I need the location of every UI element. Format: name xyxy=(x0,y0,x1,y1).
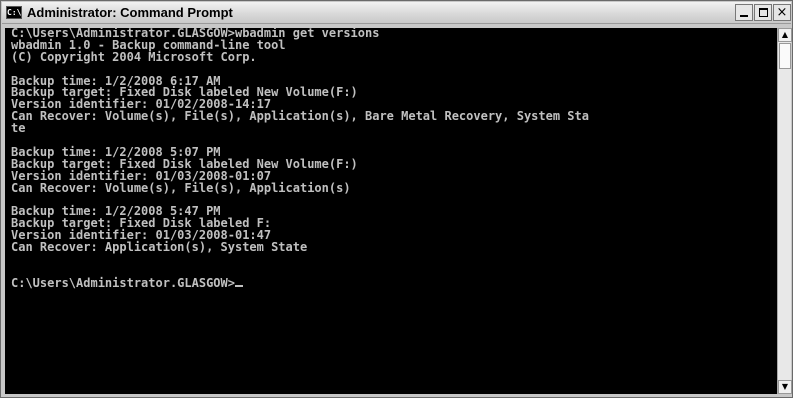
window-title: Administrator: Command Prompt xyxy=(27,5,233,20)
console-line: Can Recover: Application(s), System Stat… xyxy=(11,240,308,255)
maximize-icon xyxy=(759,8,768,17)
vertical-scrollbar[interactable]: ▲ ▼ xyxy=(777,28,792,394)
window-controls: × xyxy=(734,4,791,22)
maximize-button[interactable] xyxy=(754,4,772,21)
scroll-up-button[interactable]: ▲ xyxy=(778,28,792,42)
scroll-thumb[interactable] xyxy=(779,43,791,69)
text-cursor xyxy=(234,284,243,287)
arrow-down-icon: ▼ xyxy=(781,382,789,391)
console-line: Can Recover: Volume(s), File(s), Applica… xyxy=(11,180,351,195)
minimize-button[interactable] xyxy=(735,4,753,21)
arrow-up-icon: ▲ xyxy=(781,30,789,39)
command-prompt-window: C:\ Administrator: Command Prompt × C:\U… xyxy=(0,0,793,398)
console-output-area[interactable]: C:\Users\Administrator.GLASGOW>wbadmin g… xyxy=(5,28,777,394)
title-bar[interactable]: C:\ Administrator: Command Prompt × xyxy=(2,2,791,24)
scroll-down-button[interactable]: ▼ xyxy=(778,380,792,394)
console-line: C:\Users\Administrator.GLASGOW> xyxy=(11,277,775,290)
console-line: te xyxy=(11,121,26,136)
close-button[interactable]: × xyxy=(773,4,791,21)
console-app-icon[interactable]: C:\ xyxy=(6,6,22,19)
close-icon: × xyxy=(776,5,788,20)
console-line: (C) Copyright 2004 Microsoft Corp. xyxy=(11,49,257,64)
console-line: Can Recover: Volume(s), File(s), Applica… xyxy=(11,109,589,124)
minimize-icon xyxy=(740,15,748,17)
console-text: C:\Users\Administrator.GLASGOW>wbadmin g… xyxy=(11,28,775,290)
